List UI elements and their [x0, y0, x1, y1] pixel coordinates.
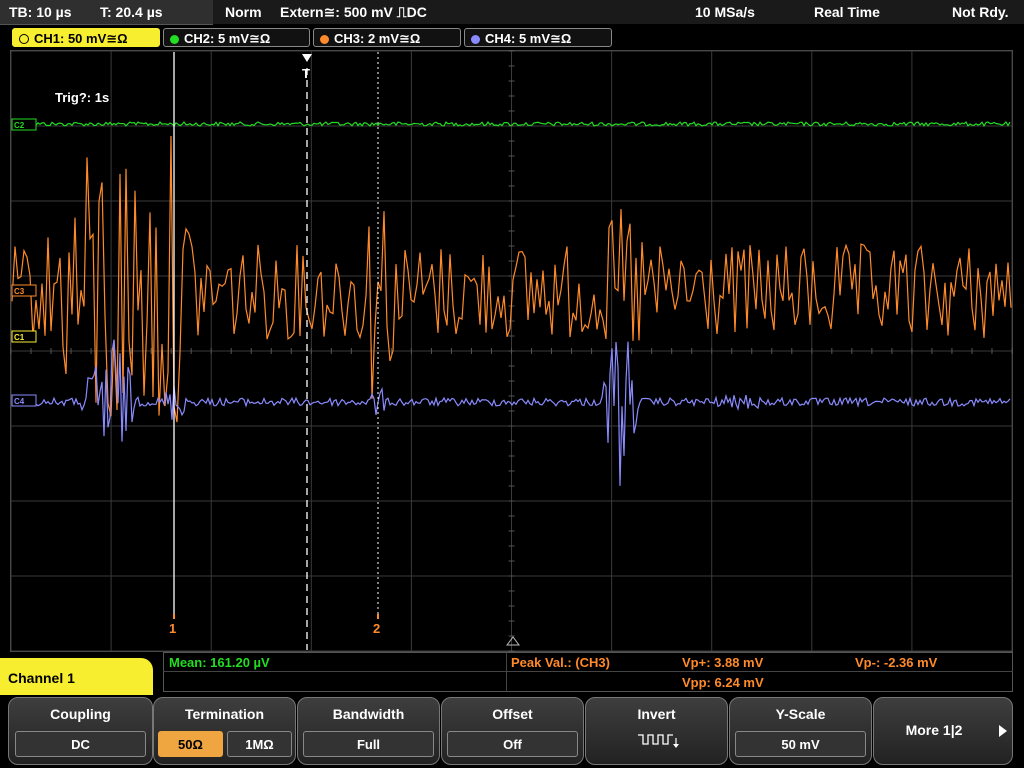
cursor-2-label: 2: [373, 621, 380, 636]
vpp-value: Vpp: 6.24 mV: [682, 675, 764, 690]
bandwidth-title: Bandwidth: [332, 706, 405, 722]
mean-measurement[interactable]: Mean: 161.20 µV: [169, 655, 270, 670]
yscale-value[interactable]: 50 mV: [735, 731, 866, 757]
svg-text:C3: C3: [14, 287, 25, 296]
cursor-1-label: 1: [169, 621, 176, 636]
svg-text:C4: C4: [14, 397, 25, 406]
offset-value[interactable]: Off: [447, 731, 578, 757]
ch4-level-marker[interactable]: C4: [11, 394, 37, 407]
bandwidth-softkey[interactable]: Bandwidth Full: [297, 697, 440, 765]
termination-softkey[interactable]: Termination 50Ω 1MΩ: [153, 697, 296, 765]
invert-title: Invert: [637, 706, 676, 722]
invert-waveform-icon: [638, 734, 679, 748]
offset-title: Offset: [492, 706, 533, 722]
offset-softkey[interactable]: Offset Off: [441, 697, 584, 765]
coupling-softkey[interactable]: Coupling DC: [8, 697, 153, 765]
trigger-status-label: Trig?: 1s: [55, 90, 110, 105]
invert-softkey[interactable]: Invert: [585, 697, 728, 765]
menu-title: Channel 1: [0, 658, 153, 698]
peak-title[interactable]: Peak Val.: (CH3): [511, 655, 610, 670]
yscale-title: Y-Scale: [775, 706, 826, 722]
termination-50-option[interactable]: 50Ω: [158, 731, 223, 757]
termination-title: Termination: [184, 706, 265, 722]
trigger-marker: T: [302, 66, 310, 81]
vp-plus-value: Vp+: 3.88 mV: [682, 655, 764, 670]
coupling-value[interactable]: DC: [15, 731, 146, 757]
measurement-divider: [163, 671, 1013, 672]
bandwidth-value[interactable]: Full: [303, 731, 434, 757]
vp-minus-value: Vp-: -2.36 mV: [855, 655, 938, 670]
termination-1m-option[interactable]: 1MΩ: [227, 731, 292, 757]
measurement-separator: [506, 652, 507, 692]
yscale-softkey[interactable]: Y-Scale 50 mV: [729, 697, 872, 765]
coupling-title: Coupling: [50, 706, 111, 722]
more-label: More 1|2: [905, 722, 963, 738]
waveform-canvas: T 1 2 C2 C3 C1 C4: [10, 50, 1013, 652]
svg-text:C2: C2: [14, 121, 25, 130]
ch1-level-marker[interactable]: C1: [11, 330, 37, 343]
ch3-level-marker[interactable]: C3: [11, 284, 37, 297]
trigger-arrow-icon[interactable]: [302, 54, 312, 62]
offset-marker-icon: [506, 636, 520, 646]
ch2-level-marker[interactable]: C2: [11, 118, 37, 131]
arrow-right-icon: [999, 725, 1007, 737]
more-softkey[interactable]: More 1|2: [873, 697, 1013, 765]
svg-text:C1: C1: [14, 333, 25, 342]
